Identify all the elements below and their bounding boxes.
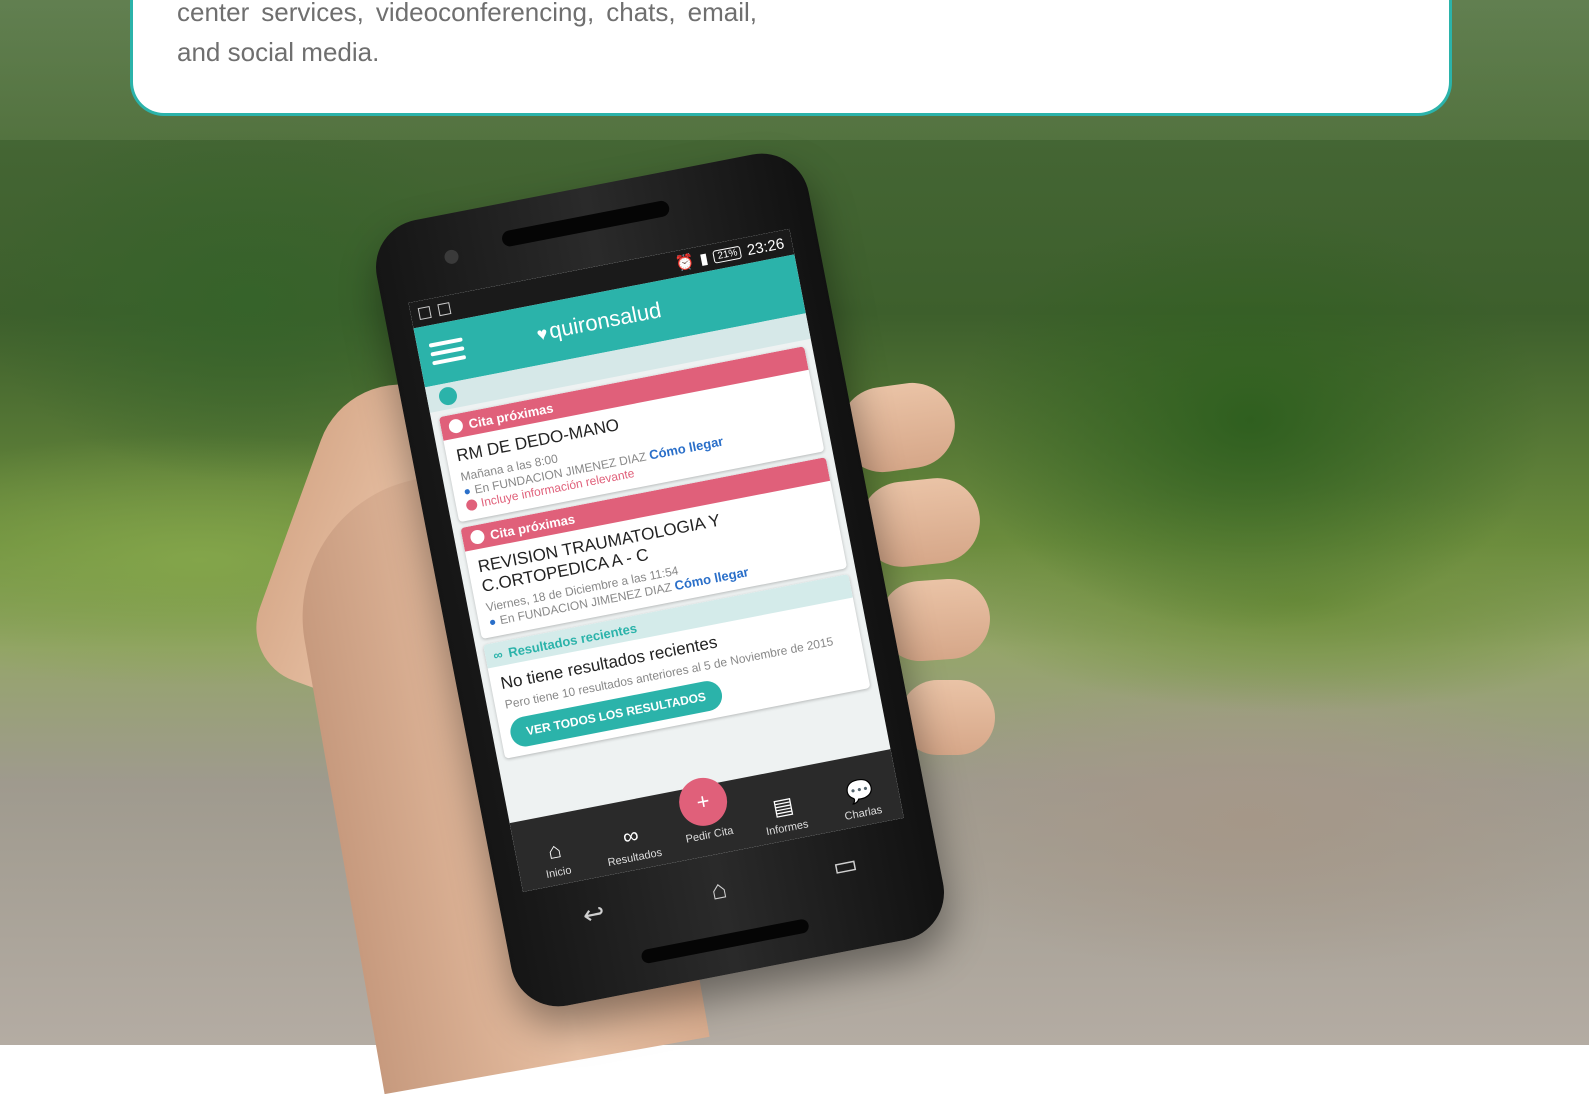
- user-icon[interactable]: [437, 385, 459, 407]
- earpiece-speaker: [500, 199, 671, 248]
- recents-icon[interactable]: ▭: [830, 847, 860, 882]
- nav-label: Inicio: [545, 864, 573, 882]
- results-icon: ∞: [620, 822, 641, 850]
- location-pin-icon: ●: [487, 614, 498, 630]
- home-icon: ⌂: [545, 837, 564, 865]
- nav-label: Informes: [765, 818, 810, 839]
- status-time: 23:26: [745, 234, 786, 259]
- chat-icon: 💬: [844, 776, 876, 807]
- app-logo-text: quironsalud: [546, 297, 664, 344]
- nav-label: Pedir Cita: [684, 824, 735, 846]
- menu-icon[interactable]: [428, 337, 467, 367]
- nav-item-informes[interactable]: ▤ Informes: [746, 788, 822, 841]
- nav-label: Charlas: [843, 803, 884, 823]
- info-text: center services, videoconferencing, chat…: [177, 0, 757, 67]
- alarm-icon: ⏰: [673, 252, 696, 274]
- nav-label: Resultados: [606, 846, 664, 870]
- info-card: center services, videoconferencing, chat…: [130, 0, 1452, 116]
- notification-icons: [417, 302, 452, 321]
- info-alert-icon: [465, 498, 479, 512]
- image-notification-icon: [417, 305, 432, 321]
- reports-icon: ▤: [770, 791, 796, 821]
- nav-item-charlas[interactable]: 💬 Charlas: [823, 773, 899, 826]
- nav-item-inicio[interactable]: ⌂ Inicio: [518, 833, 594, 886]
- back-icon[interactable]: ↩: [580, 896, 607, 931]
- home-softkey-icon[interactable]: ⌂: [708, 873, 729, 906]
- add-appointment-icon: +: [674, 773, 732, 830]
- logo-mark-icon: ♥: [535, 323, 550, 345]
- device-notification-icon: [437, 302, 452, 317]
- front-camera: [443, 248, 460, 266]
- app-logo: ♥quironsalud: [534, 297, 663, 347]
- battery-indicator: 21%: [712, 245, 743, 264]
- nav-item-pedir-cita[interactable]: + Pedir Cita: [664, 772, 745, 848]
- phone-screen: ⏰ ▮ 21% 23:26 ♥quironsalud Cita próximas: [408, 228, 904, 892]
- clock-icon: [469, 528, 486, 546]
- nav-item-resultados[interactable]: ∞ Resultados: [594, 818, 670, 871]
- signal-icon: ▮: [698, 250, 710, 269]
- results-icon: ∞: [491, 646, 504, 663]
- clock-icon: [447, 417, 465, 435]
